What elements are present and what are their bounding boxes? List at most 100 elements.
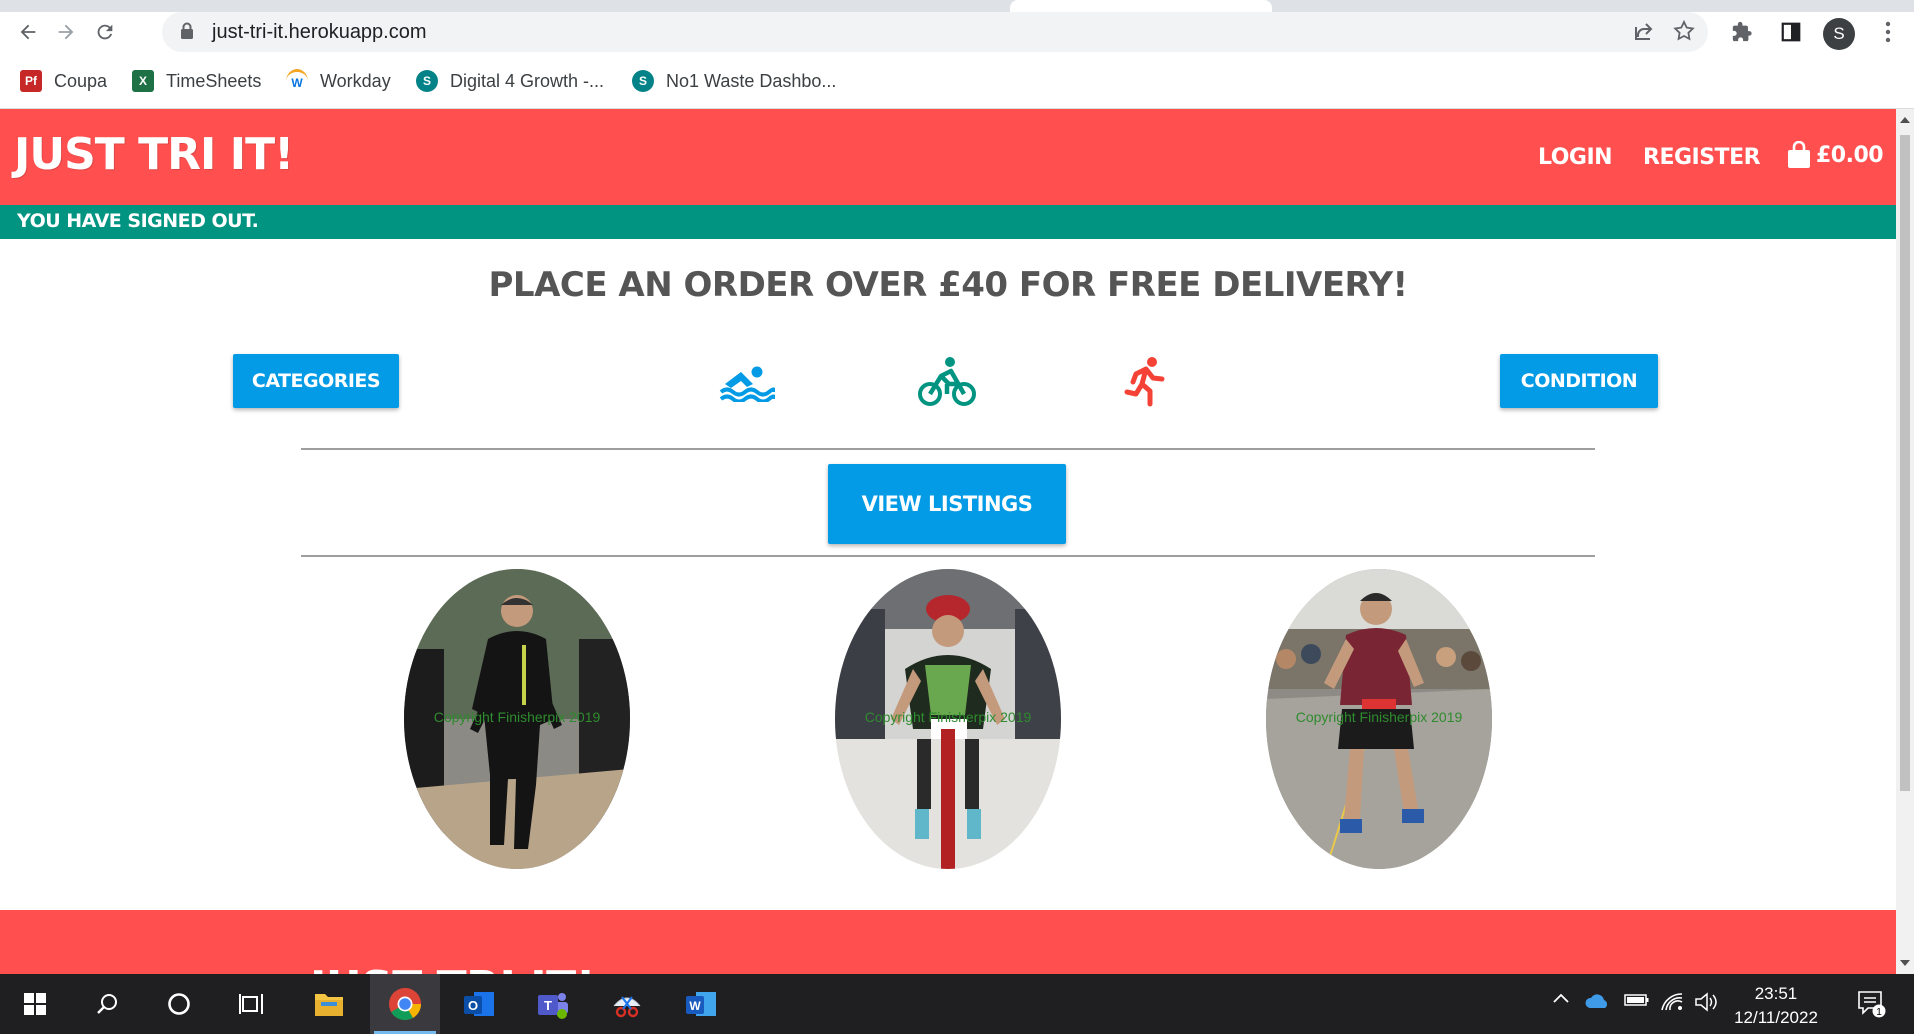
view-listings-button[interactable]: View Listings [828, 464, 1066, 544]
browser-menu-icon[interactable] [1872, 16, 1904, 48]
taskbar-snipping-tool[interactable] [592, 974, 662, 1034]
scroll-up-arrow-icon[interactable] [1900, 117, 1910, 123]
cyclist-photo: Copyright Finisherpix 2019 [835, 569, 1061, 869]
taskbar-word[interactable]: W [666, 974, 736, 1034]
swimming-icon[interactable] [717, 352, 777, 412]
reload-button[interactable] [89, 16, 121, 48]
svg-text:W: W [689, 999, 701, 1013]
taskbar-chrome[interactable] [370, 974, 440, 1034]
reload-icon [97, 24, 113, 40]
cart-total: £0.00 [1816, 142, 1884, 168]
bookmark-label: No1 Waste Dashbo... [666, 70, 837, 91]
taskbar-teams[interactable]: T [518, 974, 588, 1034]
site-footer: Just Tri It! [0, 910, 1896, 974]
page-scrollbar[interactable] [1896, 109, 1914, 974]
address-bar[interactable]: just-tri-it.herokuapp.com [162, 12, 1708, 52]
cart-link[interactable]: £0.00 [1786, 141, 1884, 169]
side-panel-icon[interactable] [1775, 16, 1807, 48]
folder-icon [315, 994, 343, 1016]
windows-taskbar: O T W 23:51 12/11/2022 1 [0, 974, 1914, 1034]
condition-button[interactable]: Condition [1500, 354, 1658, 408]
show-hidden-icons-chevron-icon[interactable] [1552, 992, 1570, 1004]
flash-message: You have signed out. [17, 210, 259, 232]
coupa-icon: Pf [20, 70, 42, 92]
page-viewport: Just Tri It! Login Register £0.00 You ha… [0, 109, 1896, 974]
register-link[interactable]: Register [1643, 145, 1761, 170]
bookmark-timesheets[interactable]: X TimeSheets [132, 66, 261, 96]
clock-time: 23:51 [1754, 984, 1798, 1003]
scrollbar-thumb[interactable] [1900, 135, 1910, 791]
photo-copyright: Copyright Finisherpix 2019 [1295, 709, 1463, 725]
forward-arrow-icon [58, 24, 74, 40]
photo-copyright: Copyright Finisherpix 2019 [864, 709, 1032, 725]
clock-date: 12/11/2022 [1734, 1008, 1818, 1027]
site-logo[interactable]: Just Tri It! [14, 129, 294, 180]
profile-avatar[interactable]: S [1823, 18, 1855, 50]
footer-logo[interactable]: Just Tri It! [310, 962, 596, 974]
lock-icon[interactable] [180, 22, 194, 44]
search-icon [97, 994, 117, 1014]
taskbar-outlook[interactable]: O [444, 974, 514, 1034]
scroll-down-arrow-icon[interactable] [1900, 960, 1910, 966]
taskbar-file-explorer[interactable] [294, 974, 364, 1034]
bookmark-coupa[interactable]: Pf Coupa [20, 66, 107, 96]
workday-icon: W [286, 68, 308, 94]
svg-text:T: T [544, 998, 552, 1013]
task-view-icon [239, 994, 263, 1014]
share-icon[interactable] [1632, 19, 1656, 47]
notification-center-button[interactable]: 1 [1856, 988, 1886, 1018]
battery-icon[interactable] [1624, 992, 1650, 1008]
back-button[interactable] [12, 16, 44, 48]
outlook-icon: O [464, 992, 494, 1016]
onedrive-icon[interactable] [1584, 992, 1612, 1010]
url-text: just-tri-it.herokuapp.com [212, 21, 427, 43]
sharepoint-icon: S [416, 70, 438, 92]
bookmark-label: TimeSheets [166, 70, 262, 91]
browser-toolbar: just-tri-it.herokuapp.com S [0, 12, 1914, 54]
login-link[interactable]: Login [1538, 145, 1613, 170]
start-button[interactable] [0, 974, 70, 1034]
bookmark-star-icon[interactable] [1672, 19, 1696, 47]
bookmark-label: Coupa [54, 70, 108, 91]
photo-copyright: Copyright Finisherpix 2019 [433, 709, 601, 725]
snipping-tool-icon [613, 996, 641, 1018]
windows-logo-icon [24, 993, 46, 1015]
notification-count: 1 [1876, 1007, 1882, 1018]
excel-icon: X [132, 70, 154, 92]
shopping-bag-icon [1788, 141, 1810, 168]
running-icon[interactable] [1116, 352, 1176, 412]
bookmarks-bar: Pf Coupa X TimeSheets W Workday S Digita… [0, 54, 1914, 109]
divider [301, 448, 1595, 450]
flash-message-bar: You have signed out. [0, 205, 1896, 239]
bookmark-label: Digital 4 Growth -... [450, 70, 605, 91]
chrome-icon [389, 988, 422, 1021]
bookmark-label: Workday [320, 70, 391, 91]
teams-icon: T [538, 993, 568, 1019]
back-arrow-icon [20, 24, 36, 40]
tab-strip [0, 0, 1914, 12]
bookmark-workday[interactable]: W Workday [286, 66, 391, 96]
bookmark-digital-4-growth[interactable]: S Digital 4 Growth -... [416, 66, 604, 96]
sharepoint-icon: S [632, 70, 654, 92]
system-clock[interactable]: 23:51 12/11/2022 [1722, 982, 1830, 1030]
task-view-button[interactable] [216, 974, 286, 1034]
word-icon: W [686, 992, 716, 1016]
bookmark-no1-waste-dashboard[interactable]: S No1 Waste Dashbo... [632, 66, 836, 96]
swimmer-photo: Copyright Finisherpix 2019 [404, 569, 630, 869]
svg-text:O: O [468, 998, 478, 1013]
site-header: Just Tri It! Login Register £0.00 [0, 109, 1896, 205]
notification-icon: 1 [1858, 991, 1886, 1018]
active-tab[interactable] [1010, 0, 1272, 12]
categories-button[interactable]: Categories [233, 354, 399, 408]
extensions-icon[interactable] [1726, 16, 1758, 48]
search-button[interactable] [72, 974, 142, 1034]
forward-button[interactable] [50, 16, 82, 48]
wifi-icon[interactable] [1660, 992, 1684, 1012]
cortana-button[interactable] [144, 974, 214, 1034]
cycling-icon[interactable] [917, 352, 977, 412]
cortana-icon [168, 993, 190, 1015]
divider [301, 555, 1595, 557]
volume-icon[interactable] [1694, 992, 1720, 1012]
runner-photo: Copyright Finisherpix 2019 [1266, 569, 1492, 869]
promo-banner: Place an order over £40 for free deliver… [488, 265, 1408, 305]
